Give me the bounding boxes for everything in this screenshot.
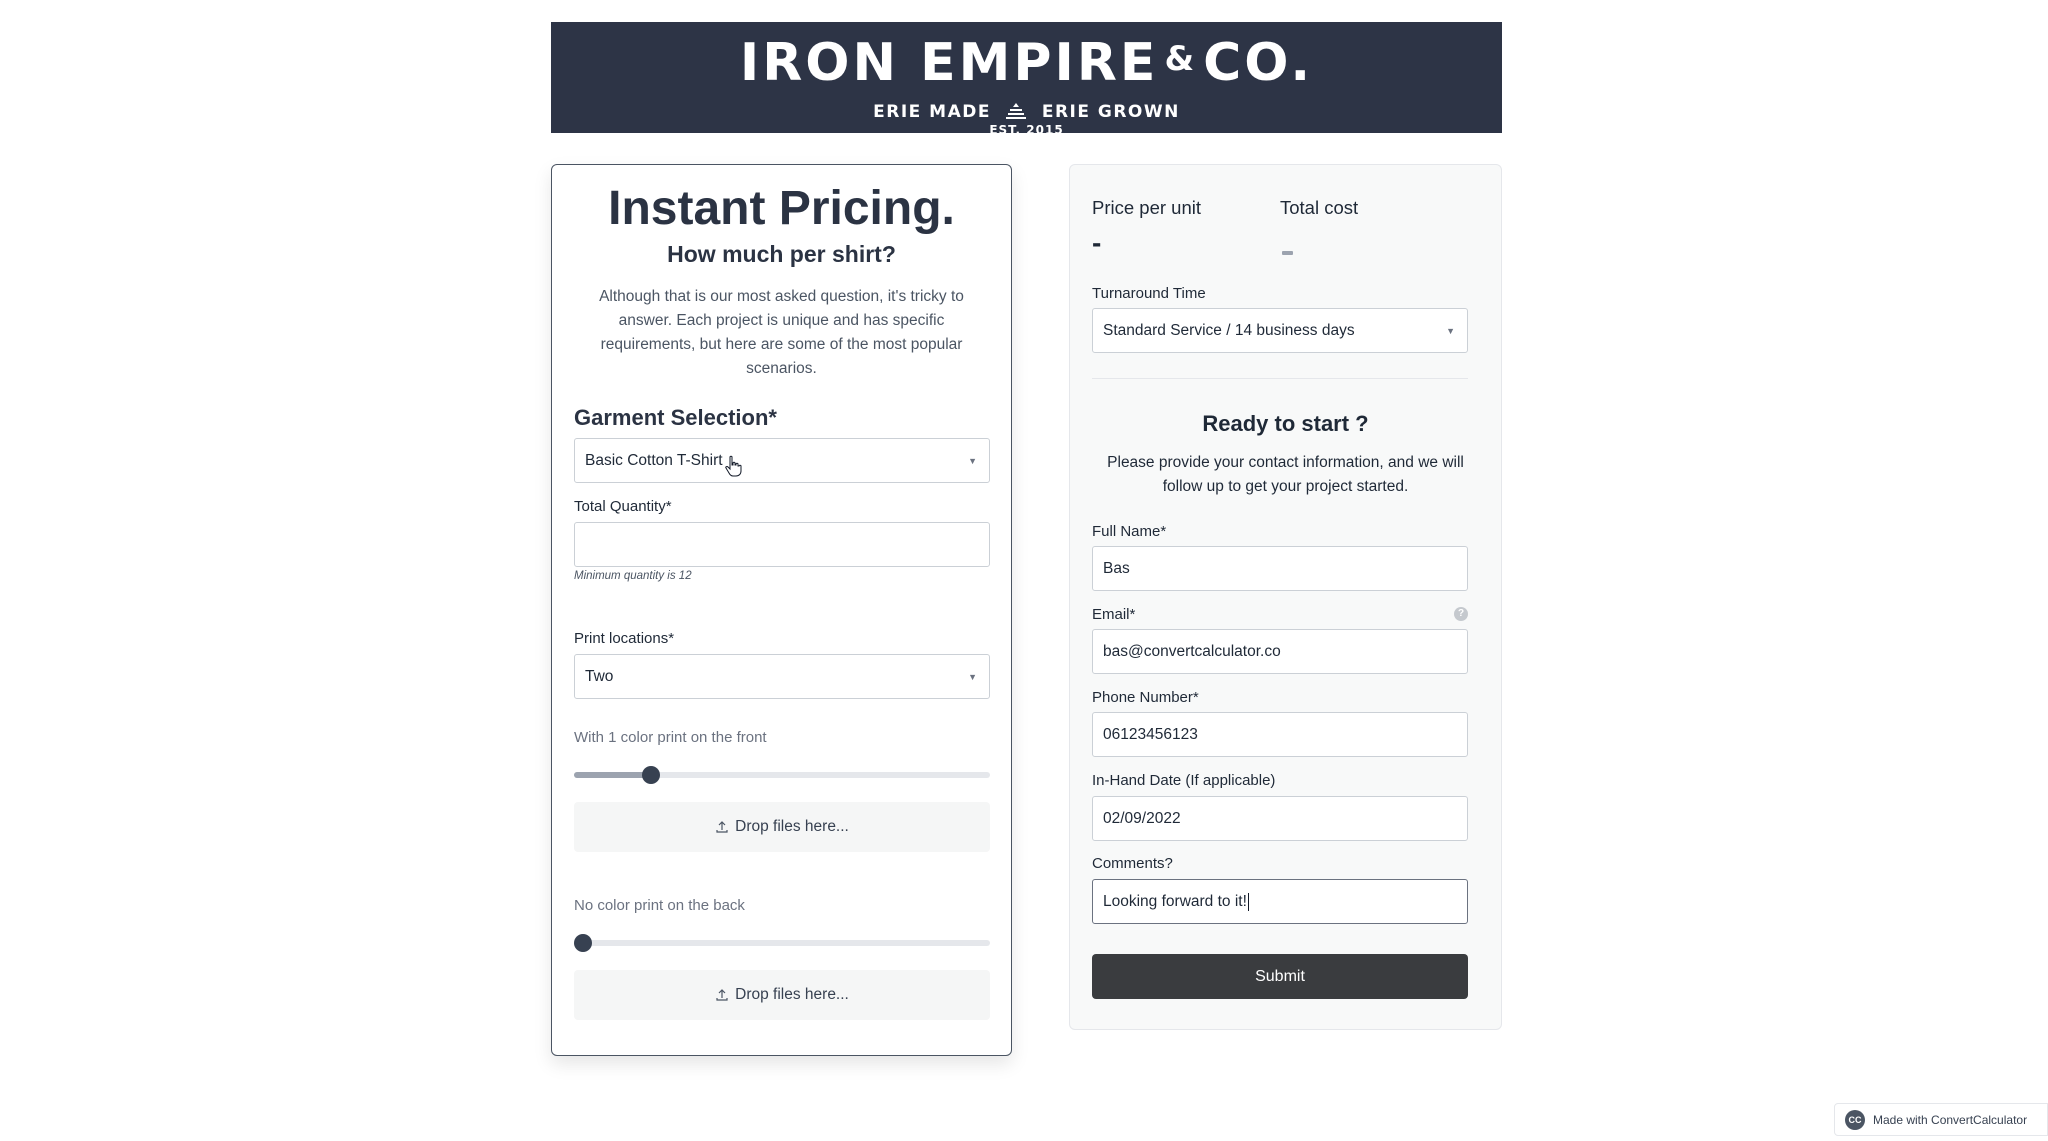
chevron-down-icon: ▼ bbox=[968, 456, 977, 466]
text-cursor bbox=[1247, 892, 1249, 911]
back-slider-handle[interactable] bbox=[574, 934, 592, 952]
brand-tagline: ERIE MADE ERIE GROWN bbox=[551, 102, 1502, 122]
email-input[interactable]: bas@convertcalculator.co bbox=[1092, 629, 1468, 674]
garment-select[interactable]: Basic Cotton T-Shirt ▼ bbox=[574, 438, 990, 483]
submit-button[interactable]: Submit bbox=[1092, 954, 1468, 999]
front-color-slider[interactable] bbox=[574, 766, 990, 784]
back-dropzone-label: Drop files here... bbox=[735, 986, 849, 1003]
ready-description: Please provide your contact information,… bbox=[1107, 454, 1464, 495]
convertcalculator-logo-icon: CC bbox=[1845, 1109, 1865, 1130]
in-hand-date-label: In-Hand Date (If applicable) bbox=[1092, 772, 1276, 789]
quantity-label: Total Quantity* bbox=[574, 498, 672, 515]
pricing-title: Instant Pricing. bbox=[608, 182, 955, 235]
upload-icon bbox=[716, 989, 728, 1001]
quantity-hint: Minimum quantity is 12 bbox=[574, 570, 692, 582]
phone-label: Phone Number* bbox=[1092, 689, 1199, 706]
turnaround-label: Turnaround Time bbox=[1092, 285, 1206, 302]
brand-name-part2: CO. bbox=[1203, 33, 1314, 93]
email-value: bas@convertcalculator.co bbox=[1103, 642, 1281, 660]
summary-card: Price per unit - Total cost Turnaround T… bbox=[1069, 164, 1502, 1030]
pricing-subtitle: How much per shirt? bbox=[667, 241, 896, 267]
email-label: Email* bbox=[1092, 606, 1136, 623]
pricing-description: Although that is our most asked question… bbox=[599, 288, 964, 377]
front-slider-label: With 1 color print on the front bbox=[574, 729, 767, 746]
in-hand-date-input[interactable]: 02/09/2022 bbox=[1092, 796, 1468, 841]
chevron-down-icon: ▼ bbox=[968, 672, 977, 682]
print-locations-select[interactable]: Two ▼ bbox=[574, 654, 990, 699]
made-with-badge[interactable]: CC Made with ConvertCalculator bbox=[1834, 1103, 2048, 1136]
tagline-right: ERIE GROWN bbox=[1041, 102, 1180, 122]
upload-icon bbox=[716, 821, 728, 833]
turnaround-select-value: Standard Service / 14 business days bbox=[1103, 321, 1355, 339]
brand-name: IRON EMPIRE & CO. bbox=[551, 28, 1502, 94]
brand-ampersand: & bbox=[1164, 39, 1198, 79]
comments-value: Looking forward to it! bbox=[1103, 892, 1247, 910]
quantity-input[interactable] bbox=[574, 522, 990, 567]
logo-emblem-icon bbox=[1006, 103, 1027, 119]
brand-banner: IRON EMPIRE & CO. ERIE MADE ERIE GROWN EST… bbox=[551, 22, 1502, 133]
front-slider-fill bbox=[574, 772, 651, 778]
full-name-value: Bas bbox=[1103, 559, 1130, 577]
phone-input[interactable]: 06123456123 bbox=[1092, 712, 1468, 757]
front-file-dropzone[interactable]: Drop files here... bbox=[574, 802, 990, 852]
garment-select-value: Basic Cotton T-Shirt bbox=[585, 451, 723, 469]
price-per-unit-value: - bbox=[1092, 227, 1102, 258]
full-name-label: Full Name* bbox=[1092, 523, 1167, 540]
full-name-input[interactable]: Bas bbox=[1092, 546, 1468, 591]
front-dropzone-label: Drop files here... bbox=[735, 818, 849, 835]
print-locations-label: Print locations* bbox=[574, 630, 675, 647]
hand-pointer-icon bbox=[725, 455, 742, 477]
comments-input[interactable]: Looking forward to it! bbox=[1092, 879, 1468, 924]
back-file-dropzone[interactable]: Drop files here... bbox=[574, 970, 990, 1020]
back-color-slider[interactable] bbox=[574, 934, 990, 952]
brand-name-part1: IRON EMPIRE bbox=[739, 33, 1159, 93]
turnaround-select[interactable]: Standard Service / 14 business days ▼ bbox=[1092, 308, 1468, 353]
garment-section-title: Garment Selection* bbox=[574, 405, 777, 430]
print-locations-value: Two bbox=[585, 667, 614, 685]
tagline-left: ERIE MADE bbox=[873, 102, 991, 122]
total-cost-label: Total cost bbox=[1280, 197, 1359, 218]
total-cost-placeholder bbox=[1282, 251, 1293, 255]
made-with-label: Made with ConvertCalculator bbox=[1873, 1112, 2028, 1127]
in-hand-date-value: 02/09/2022 bbox=[1103, 809, 1181, 827]
phone-value: 06123456123 bbox=[1103, 725, 1198, 743]
price-per-unit-label: Price per unit bbox=[1092, 197, 1201, 218]
info-icon[interactable]: ? bbox=[1454, 607, 1468, 621]
back-slider-label: No color print on the back bbox=[574, 897, 745, 914]
brand-established: EST. 2015 bbox=[989, 123, 1064, 133]
front-slider-handle[interactable] bbox=[641, 766, 660, 784]
pricing-card: Instant Pricing. How much per shirt? Alt… bbox=[551, 164, 1012, 1056]
ready-title: Ready to start ? bbox=[1202, 411, 1369, 436]
chevron-down-icon: ▼ bbox=[1446, 326, 1455, 336]
section-divider bbox=[1092, 378, 1468, 379]
comments-label: Comments? bbox=[1092, 855, 1173, 872]
